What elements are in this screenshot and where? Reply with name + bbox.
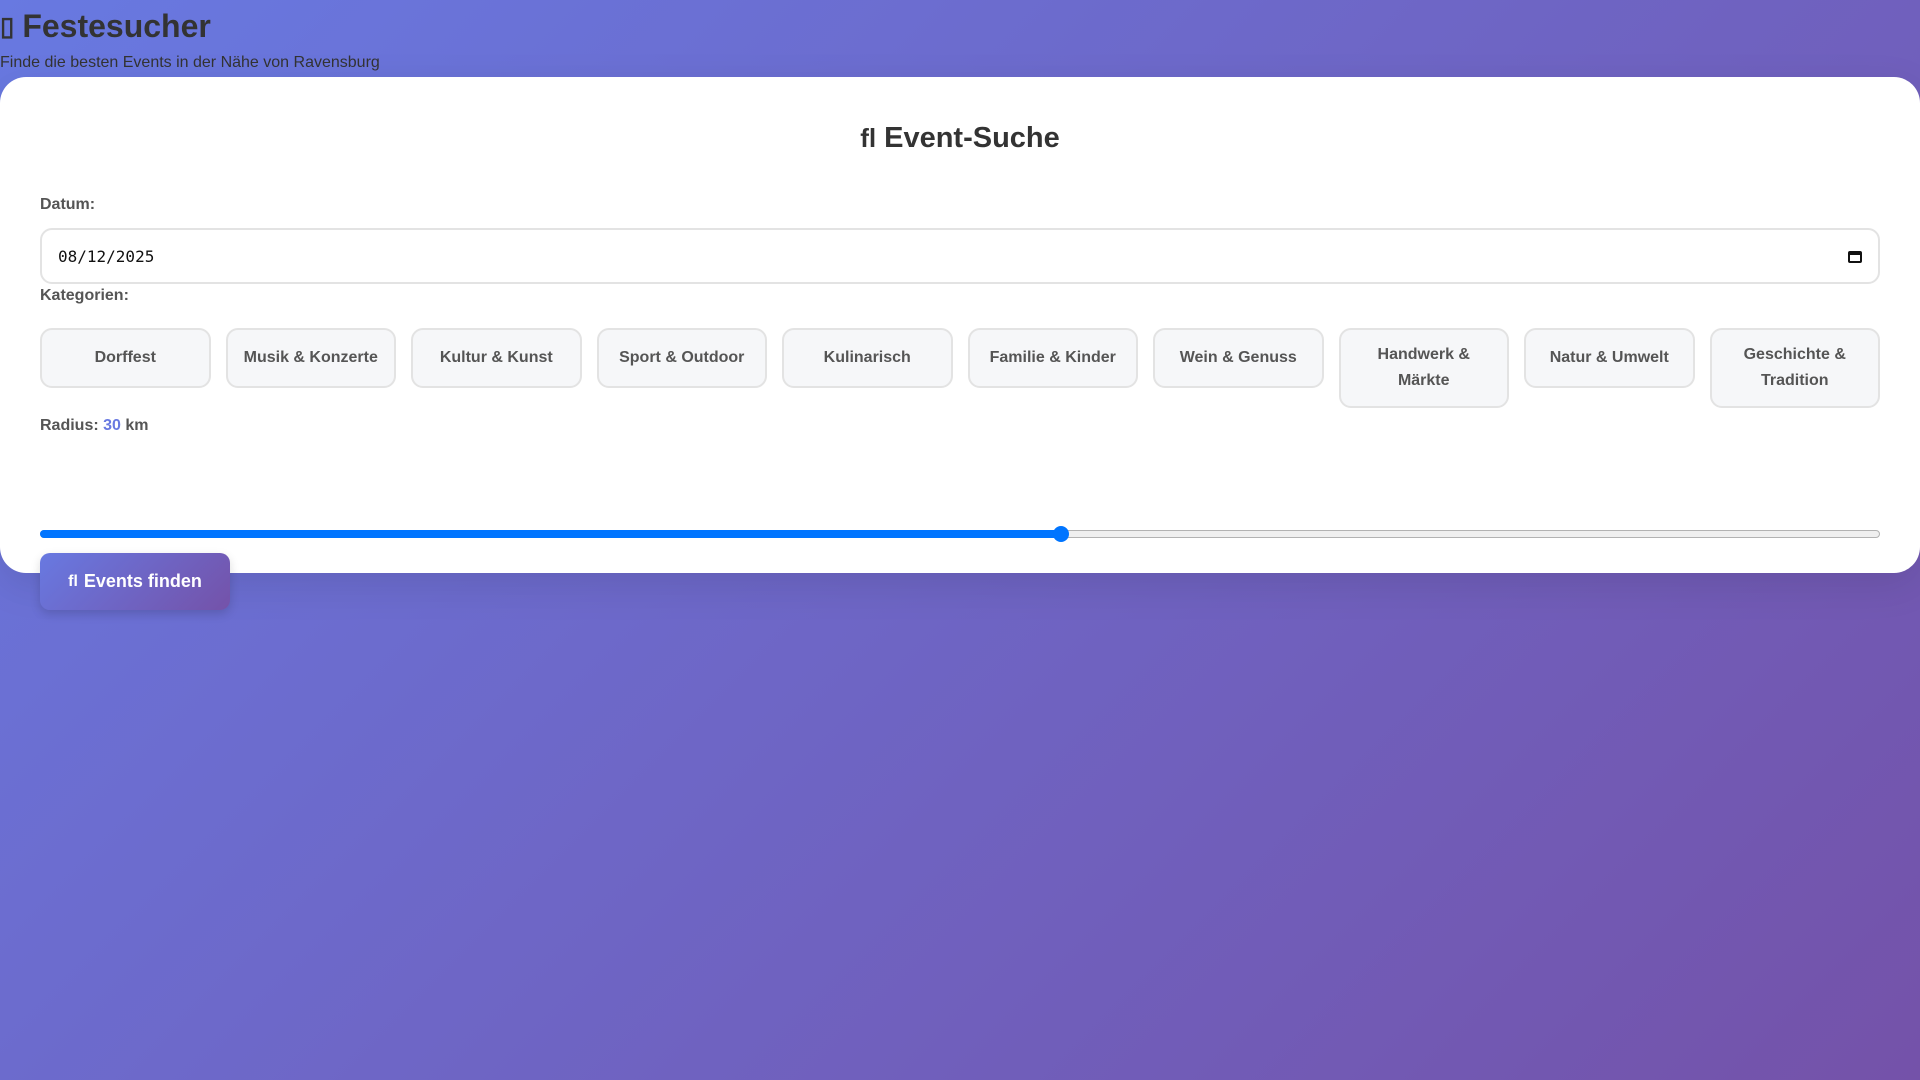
category-list: Dorffest Musik & Konzerte Kultur & Kunst… — [40, 328, 1880, 408]
calendar-icon[interactable] — [1848, 249, 1862, 263]
categories-label: Kategorien: — [40, 287, 129, 304]
radius-label-text: Radius: — [40, 417, 99, 434]
search-card-title-text: Event-Suche — [884, 122, 1060, 154]
date-input[interactable]: 08/12/2025 — [40, 228, 1880, 284]
app-subtitle: Finde die besten Events in der Nähe von … — [0, 54, 380, 71]
radius-slider[interactable] — [40, 526, 1880, 542]
search-card-title: ﬂ Event-Suche — [0, 122, 1920, 155]
app-title-text: Festesucher — [22, 8, 211, 44]
find-events-button-label: Events finden — [83, 571, 202, 591]
radius-slider-fill — [40, 530, 1062, 538]
category-button-dorffest[interactable]: Dorffest — [40, 328, 211, 388]
search-icon: ﬂ — [860, 123, 877, 153]
category-button-geschichte-tradition[interactable]: Geschichte & Tradition — [1709, 328, 1880, 408]
category-button-kultur-kunst[interactable]: Kultur & Kunst — [411, 328, 582, 388]
date-value: 08/12/2025 — [58, 246, 155, 266]
radius-unit: km — [125, 417, 149, 434]
category-button-sport-outdoor[interactable]: Sport & Outdoor — [596, 328, 767, 388]
category-button-familie-kinder[interactable]: Familie & Kinder — [967, 328, 1138, 388]
find-events-button[interactable]: ﬂ Events finden — [40, 553, 230, 610]
radius-value: 30 — [103, 417, 121, 434]
party-icon: ▯ — [0, 11, 15, 41]
category-button-natur-umwelt[interactable]: Natur & Umwelt — [1524, 328, 1695, 388]
radius-slider-thumb[interactable] — [1053, 526, 1070, 542]
date-label: Datum: — [40, 196, 96, 213]
radius-label: Radius: 30 km — [40, 417, 149, 435]
search-icon: ﬂ — [68, 572, 78, 590]
category-button-handwerk-maerkte[interactable]: Handwerk & Märkte — [1338, 328, 1509, 408]
app-title: ▯ Festesucher — [0, 8, 211, 45]
search-card: ﬂ Event-Suche Datum: 08/12/2025 Kategorie… — [0, 77, 1920, 610]
category-button-musik-konzerte[interactable]: Musik & Konzerte — [225, 328, 396, 388]
category-button-kulinarisch[interactable]: Kulinarisch — [782, 328, 953, 388]
category-button-wein-genuss[interactable]: Wein & Genuss — [1153, 328, 1324, 388]
